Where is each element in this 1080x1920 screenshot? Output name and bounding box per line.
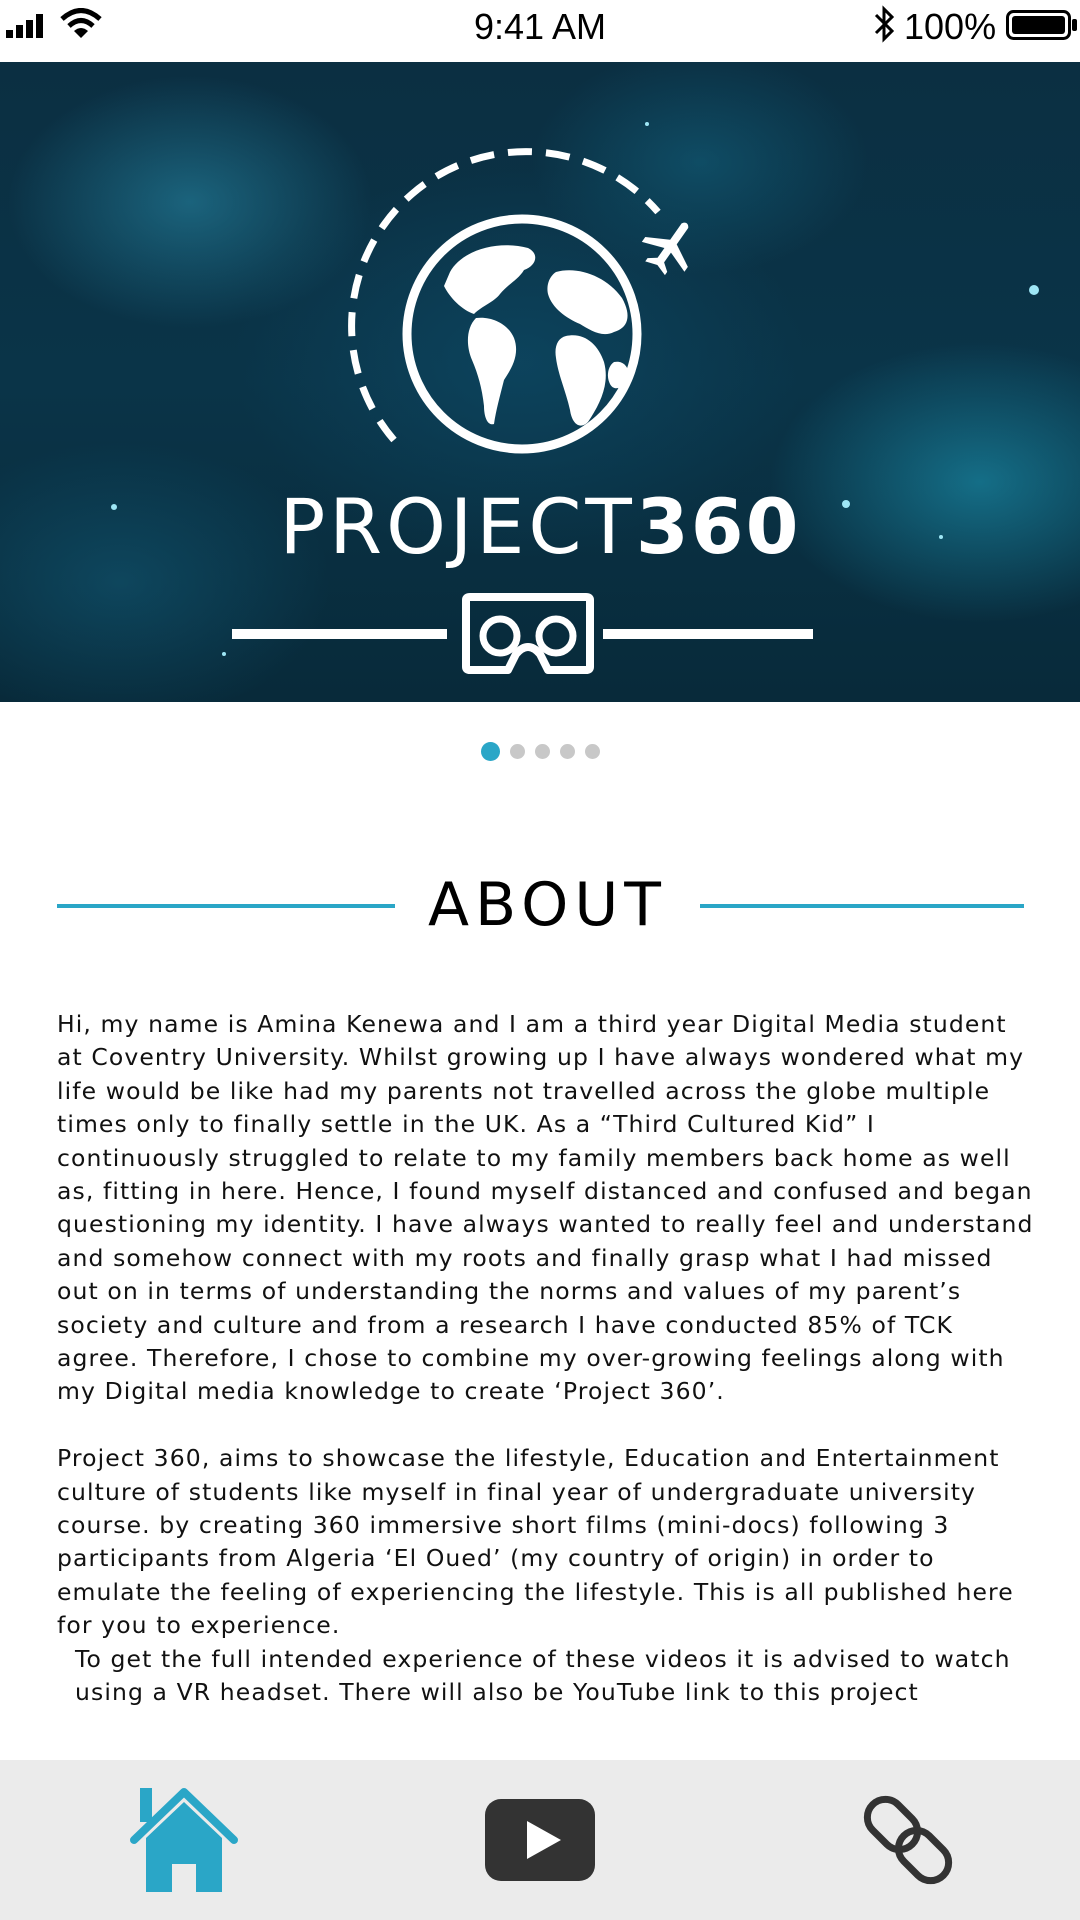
hero-artwork [111, 122, 1039, 674]
carousel-dot-5[interactable] [584, 744, 600, 759]
status-bar: 9:41 AM 100% [0, 0, 1080, 62]
home-icon [130, 1788, 238, 1892]
about-paragraph-1: Hi, my name is Amina Kenewa and I am a t… [57, 1010, 1034, 1406]
brand-word: PROJECT [279, 482, 636, 571]
bottom-navigation [0, 1760, 1080, 1920]
nav-home-button[interactable] [84, 1760, 284, 1920]
nav-link-button[interactable] [808, 1760, 1008, 1920]
hero-brand-text: PROJECT360 [0, 482, 1080, 571]
brand-number: 360 [635, 482, 801, 571]
about-section-header: ABOUT [0, 860, 1080, 950]
link-icon [863, 1795, 953, 1885]
airplane-icon [641, 222, 689, 276]
carousel-dot-4[interactable] [559, 744, 575, 759]
battery-icon [1006, 10, 1077, 40]
carousel-dot-2[interactable] [509, 744, 525, 759]
globe-icon [402, 214, 642, 454]
heading-rule-right [700, 904, 1024, 908]
about-paragraph-2: Project 360, aims to showcase the lifest… [57, 1444, 1014, 1640]
about-paragraph-3: To get the full intended experience of t… [75, 1644, 1011, 1707]
youtube-icon [485, 1799, 595, 1881]
about-title: ABOUT [428, 870, 667, 940]
hero-rule-right [603, 629, 813, 639]
carousel-dot-3[interactable] [534, 744, 550, 759]
about-text: Hi, my name is Amina Kenewa and I am a t… [57, 1008, 1035, 1738]
hero-banner[interactable]: PROJECT360 [0, 62, 1080, 702]
carousel-dot-1[interactable] [480, 742, 500, 761]
nav-youtube-button[interactable] [440, 1760, 640, 1920]
vr-headset-icon [462, 593, 594, 674]
carousel-indicator [0, 742, 1080, 761]
bluetooth-icon [874, 5, 895, 43]
hero-rule-left [232, 629, 447, 639]
battery-percentage: 100% [904, 6, 997, 47]
heading-rule-left [57, 904, 395, 908]
